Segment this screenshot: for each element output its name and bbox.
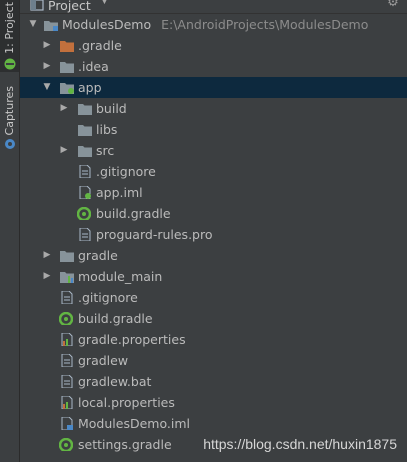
folder-icon	[78, 104, 92, 115]
chevron-right-icon[interactable]: ▶	[40, 245, 54, 266]
captures-tab-label: Captures	[3, 86, 16, 136]
tree-item-root[interactable]: ▼ ModulesDemo E:\AndroidProjects\ModulesD…	[20, 14, 407, 35]
chevron-down-icon[interactable]: ▼	[26, 14, 40, 35]
chevron-right-icon[interactable]: ▶	[40, 266, 54, 287]
tree-item-gradle-properties[interactable]: gradle.properties	[20, 329, 407, 350]
folder-icon	[60, 41, 74, 52]
tree-item-build-gradle-app[interactable]: build.gradle	[20, 203, 407, 224]
gradle-file-icon	[59, 438, 73, 451]
root-path: E:\AndroidProjects\ModulesDemo	[161, 17, 369, 32]
properties-file-icon	[61, 333, 73, 346]
camera-icon	[4, 139, 15, 150]
project-tab-label: 1: Project	[3, 2, 16, 54]
folder-icon	[78, 146, 92, 157]
watermark: https://blog.csdn.net/huxin1875	[203, 436, 397, 452]
tree-item-gradle[interactable]: ▶ gradle	[20, 245, 407, 266]
chevron-right-icon[interactable]: ▶	[57, 140, 71, 161]
tree-item-idea[interactable]: ▶ .idea	[20, 56, 407, 77]
tree-item-module-main[interactable]: ▶ module_main	[20, 266, 407, 287]
tree-item-label: .gradle	[78, 38, 122, 53]
tree-item-label: .gitignore	[78, 290, 138, 305]
folder-icon	[60, 62, 74, 73]
text-file-icon	[79, 165, 91, 178]
tree-item-build-gradle-root[interactable]: build.gradle	[20, 308, 407, 329]
tree-item-label: local.properties	[78, 395, 175, 410]
tree-item-label: gradlew.bat	[78, 374, 152, 389]
project-tool-tab[interactable]: 1: Project	[0, 0, 19, 72]
gradle-file-icon	[77, 207, 91, 220]
tree-item-label: build.gradle	[78, 311, 153, 326]
tree-item-label: gradlew	[78, 353, 129, 368]
module-folder-icon	[44, 21, 58, 31]
tree-item-label: app	[78, 80, 102, 95]
tree-item-label: .idea	[78, 59, 109, 74]
tool-window-strip: 1: Project Captures	[0, 0, 20, 462]
text-file-icon	[61, 375, 73, 388]
tree-item-label: src	[96, 143, 115, 158]
text-file-icon	[79, 228, 91, 241]
tree-item-src[interactable]: ▶ src	[20, 140, 407, 161]
tree-item-label: build	[96, 101, 127, 116]
project-panel-header: Project ▼ ⚙	[20, 0, 407, 14]
chevron-right-icon[interactable]: ▶	[40, 35, 54, 56]
chevron-right-icon[interactable]: ▶	[40, 56, 54, 77]
text-file-icon	[61, 354, 73, 367]
tree-item-gitignore-app[interactable]: .gitignore	[20, 161, 407, 182]
root-name: ModulesDemo	[62, 17, 152, 32]
tree-item-label: module_main	[78, 269, 163, 284]
tree-item-label: .gitignore	[96, 164, 156, 179]
project-view-icon[interactable]	[30, 0, 44, 11]
tree-item-build[interactable]: ▶ build	[20, 98, 407, 119]
tree-item-label: settings.gradle	[78, 437, 172, 452]
captures-tool-tab[interactable]: Captures	[0, 86, 19, 156]
tree-item-gradlew[interactable]: gradlew	[20, 350, 407, 371]
iml-file-icon	[79, 186, 91, 199]
tree-item-app-iml[interactable]: app.iml	[20, 182, 407, 203]
android-icon	[4, 58, 15, 70]
panel-title[interactable]: Project	[48, 0, 91, 13]
tree-item-label: proguard-rules.pro	[96, 227, 213, 242]
tree-item-label: app.iml	[96, 185, 143, 200]
iml-file-icon	[61, 417, 73, 430]
tree-item-label: gradle.properties	[78, 332, 186, 347]
tree-item-label: gradle	[78, 248, 118, 263]
properties-file-icon	[61, 396, 73, 409]
tree-item-libs[interactable]: libs	[20, 119, 407, 140]
tree-item-modulesdemo-iml[interactable]: ModulesDemo.iml	[20, 413, 407, 434]
gradle-file-icon	[59, 312, 73, 325]
tree-item-gitignore-root[interactable]: .gitignore	[20, 287, 407, 308]
tree-item-gradlew-bat[interactable]: gradlew.bat	[20, 371, 407, 392]
text-file-icon	[61, 291, 73, 304]
tree-item-app[interactable]: ▼ app	[20, 77, 407, 98]
tree-item-proguard[interactable]: proguard-rules.pro	[20, 224, 407, 245]
tree-item-local-properties[interactable]: local.properties	[20, 392, 407, 413]
chevron-right-icon[interactable]: ▶	[57, 98, 71, 119]
folder-icon	[78, 125, 92, 136]
chevron-down-icon[interactable]: ▼	[101, 0, 108, 6]
tree-item-label: build.gradle	[96, 206, 171, 221]
project-tree: ▼ ModulesDemo E:\AndroidProjects\ModulesD…	[20, 14, 407, 455]
tree-item-label: libs	[96, 122, 118, 137]
library-module-icon	[60, 272, 74, 283]
chevron-down-icon[interactable]: ▼	[40, 77, 54, 98]
android-module-icon	[60, 83, 74, 94]
gear-icon[interactable]: ⚙	[387, 0, 399, 9]
tree-item-gradle-dir[interactable]: ▶ .gradle	[20, 35, 407, 56]
folder-icon	[60, 251, 74, 262]
tree-item-label: ModulesDemo.iml	[78, 416, 190, 431]
